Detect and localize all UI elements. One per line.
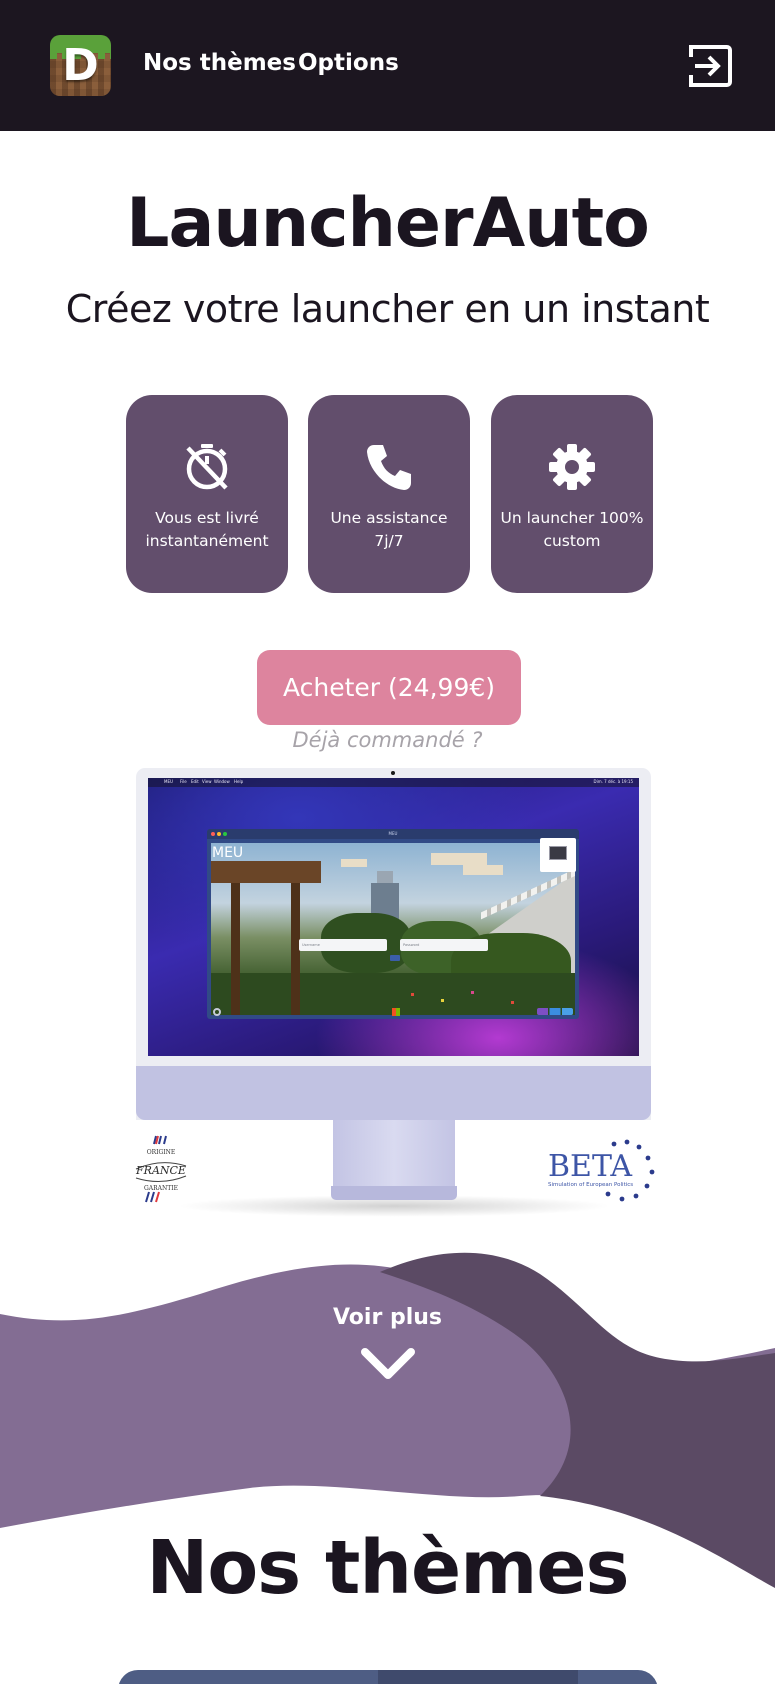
svg-text:FRANCE: FRANCE <box>135 1164 186 1177</box>
svg-text:ORIGINE: ORIGINE <box>147 1149 176 1156</box>
nav-link-nos-themes[interactable]: Nos thèmes <box>143 50 296 76</box>
minecraft-scene <box>211 843 575 1015</box>
launcher-window-title: MEU <box>388 831 398 836</box>
hero-title: LauncherAuto <box>126 184 650 263</box>
menubar-edit: Edit <box>191 779 199 784</box>
menubar-file: File <box>180 779 187 784</box>
logout-icon <box>689 45 732 87</box>
logout-button[interactable] <box>687 43 733 89</box>
mac-menubar: MEU File Edit View Window Help Dim. 7 dé… <box>148 778 639 787</box>
origine-france-badge: ORIGINE FRANCE GARANTIE <box>132 1134 190 1204</box>
imac-stand <box>333 1120 455 1186</box>
launcher-password-field[interactable]: Password <box>400 939 488 951</box>
launcher-username-field[interactable]: Username <box>299 939 387 951</box>
scene-flower <box>411 993 414 996</box>
feature-card-support: Une assistance 7j/7 <box>308 395 470 593</box>
imac-screen: MEU File Edit View Window Help Dim. 7 dé… <box>148 778 639 1056</box>
menubar-clock: Dim. 7 déc. à 19:15 <box>593 779 633 784</box>
voir-plus-link[interactable]: Voir plus <box>0 1305 775 1330</box>
theme-card[interactable] <box>118 1670 658 1684</box>
launcher-social-icons[interactable] <box>537 1008 573 1015</box>
password-placeholder: Password <box>403 943 420 947</box>
themes-section-title: Nos thèmes <box>146 1525 629 1611</box>
svg-text:GARANTIE: GARANTIE <box>144 1185 178 1192</box>
feature-text: Une assistance 7j/7 <box>330 509 448 550</box>
username-placeholder: Username <box>302 943 320 947</box>
scene-flower <box>511 1001 514 1004</box>
imac-stand-base <box>331 1186 457 1200</box>
nav-link-options[interactable]: Options <box>298 50 399 76</box>
feature-text: Un launcher 100% custom <box>500 509 644 550</box>
scene-cloud <box>463 865 503 875</box>
logo-letter: D <box>62 40 99 91</box>
launcher-window: MEU MEU Username Password <box>207 829 579 1019</box>
beta-badge: BETA Simulation of European Politics <box>544 1134 656 1204</box>
timer-off-icon <box>186 444 228 490</box>
hero-subtitle: Créez votre launcher en un instant <box>65 287 710 331</box>
scene-flower <box>471 991 474 994</box>
feature-card-delivery: Vous est livré instantanément <box>126 395 288 593</box>
launcher-settings-icon[interactable] <box>213 1008 221 1016</box>
feature-text: Vous est livré instantanément <box>145 509 269 550</box>
site-logo[interactable]: D <box>50 35 111 96</box>
launcher-title: MEU <box>212 845 244 861</box>
camera-dot <box>391 771 395 775</box>
already-ordered-link[interactable]: Déjà commandé ? <box>0 728 775 752</box>
scene-pavilion-post <box>231 883 240 1015</box>
scene-cloud <box>341 859 367 867</box>
scene-flower <box>441 999 444 1002</box>
scene-cloud <box>431 853 487 865</box>
menubar-view: View <box>202 779 212 784</box>
menubar-help: Help <box>234 779 244 784</box>
launcher-microsoft-icon[interactable] <box>392 1008 400 1016</box>
scene-pavilion-roof <box>211 861 321 883</box>
top-navbar: D Nos thèmes Options <box>0 0 775 131</box>
menubar-window: Window <box>214 779 230 784</box>
buy-button[interactable]: Acheter (24,99€) <box>257 650 521 725</box>
menubar-app-name: MEU <box>164 779 173 784</box>
gear-icon <box>549 444 595 490</box>
svg-text:Simulation of European Politic: Simulation of European Politics <box>548 1182 633 1188</box>
imac-chin <box>136 1066 651 1120</box>
feature-card-custom: Un launcher 100% custom <box>491 395 653 593</box>
chevron-down-icon[interactable] <box>360 1347 416 1381</box>
phone-icon <box>367 445 411 490</box>
launcher-titlebar: MEU <box>207 829 579 839</box>
svg-text:BETA: BETA <box>548 1149 632 1184</box>
launcher-server-logo-image <box>549 846 567 860</box>
launcher-login-button[interactable] <box>390 955 400 961</box>
